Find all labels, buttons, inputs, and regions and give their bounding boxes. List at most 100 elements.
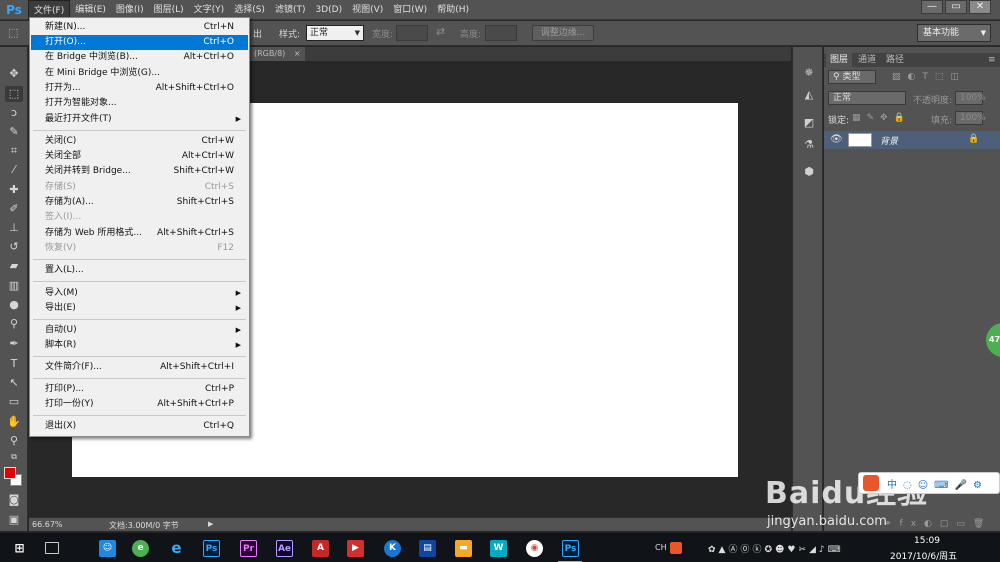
app-icon-w[interactable]: W bbox=[490, 540, 507, 557]
menu-item-place[interactable]: 置入(L)... bbox=[31, 263, 248, 278]
menu-item-exit[interactable]: 退出(X) Ctrl+Q bbox=[31, 419, 248, 434]
healing-brush-tool-icon[interactable]: ✚ bbox=[5, 182, 23, 198]
hand-tool-icon[interactable]: ✋ bbox=[5, 414, 23, 430]
tab-paths[interactable]: 路径 bbox=[882, 53, 908, 67]
eyedropper-tool-icon[interactable]: ⁄ bbox=[5, 162, 23, 178]
adjustments-icon[interactable]: ◩ bbox=[801, 115, 817, 131]
menu-item-revert[interactable]: 恢复(V) F12 bbox=[31, 241, 248, 256]
filter-kind-select[interactable]: ⚲ 类型 bbox=[828, 70, 876, 84]
menu-item-browse-bridge[interactable]: 在 Bridge 中浏览(B)... Alt+Ctrl+O bbox=[31, 50, 248, 65]
zoom-level[interactable]: 66.67% bbox=[32, 520, 63, 529]
quick-mask-icon[interactable]: ◙ bbox=[5, 492, 23, 508]
type-tool-icon[interactable]: T bbox=[5, 356, 23, 372]
acrobat-icon[interactable]: A bbox=[312, 540, 329, 557]
menu-item-new[interactable]: 新建(N)... Ctrl+N bbox=[31, 20, 248, 35]
menu-item-print-one-copy[interactable]: 打印一份(Y) Alt+Shift+Ctrl+P bbox=[31, 397, 248, 412]
dodge-tool-icon[interactable]: ⚲ bbox=[5, 316, 23, 332]
document-tab[interactable]: (RGB/8) × bbox=[250, 47, 305, 61]
eye-icon[interactable]: 👁 bbox=[830, 134, 843, 145]
screen-mode-icon[interactable]: ▣ bbox=[5, 512, 23, 528]
width-input[interactable] bbox=[396, 25, 428, 41]
clone-stamp-tool-icon[interactable]: ⊥ bbox=[5, 220, 23, 236]
sogou-icon[interactable] bbox=[863, 475, 879, 491]
menu-item-file-info[interactable]: 文件简介(F)... Alt+Shift+Ctrl+I bbox=[31, 360, 248, 375]
workspace-select[interactable]: 基本功能 ▼ bbox=[917, 24, 991, 42]
menu-item-open-recent[interactable]: 最近打开文件(T) ▶ bbox=[31, 112, 248, 127]
menu-item-save[interactable]: 存储(S) Ctrl+S bbox=[31, 180, 248, 195]
eraser-tool-icon[interactable]: ▰ bbox=[5, 258, 23, 274]
status-menu-icon[interactable]: ▶ bbox=[208, 520, 213, 528]
lasso-tool-icon[interactable]: ↄ bbox=[5, 105, 23, 121]
menu-item-close-go-bridge[interactable]: 关闭并转到 Bridge... Shift+Ctrl+W bbox=[31, 164, 248, 179]
menu-filter[interactable]: 滤镜(T) bbox=[270, 0, 311, 20]
chrome-icon[interactable]: ◉ bbox=[526, 540, 543, 557]
menu-item-close-all[interactable]: 关闭全部 Alt+Ctrl+W bbox=[31, 149, 248, 164]
navigator-icon[interactable]: ✵ bbox=[801, 65, 817, 81]
task-view-icon[interactable] bbox=[45, 542, 59, 554]
premiere-icon[interactable]: Pr bbox=[240, 540, 257, 557]
zoom-tool-icon[interactable]: ⚲ bbox=[5, 433, 23, 449]
windows-start-icon[interactable]: ⊞ bbox=[11, 540, 28, 557]
lock-icons[interactable]: ▦✎✥🔒 bbox=[852, 113, 911, 123]
refine-edge-button[interactable]: 调整边缘... bbox=[532, 25, 594, 41]
layer-footer-icons[interactable]: ⚭fx◐▢▭🗑 bbox=[884, 519, 992, 529]
input-language[interactable]: CH bbox=[655, 543, 667, 552]
opacity-input[interactable]: 100% bbox=[955, 91, 986, 105]
app-icon-2[interactable]: ▶ bbox=[347, 540, 364, 557]
default-colors-icon[interactable]: ⧉ bbox=[5, 449, 23, 465]
properties-icon[interactable]: ⚗ bbox=[801, 137, 817, 153]
photoshop-active-icon[interactable]: Ps bbox=[562, 540, 579, 557]
layer-name[interactable]: 背景 bbox=[880, 134, 898, 147]
clock-time[interactable]: 15:09 bbox=[914, 536, 940, 546]
menu-item-import[interactable]: 导入(M) ▶ bbox=[31, 286, 248, 301]
app-icon-1[interactable]: ☺ bbox=[99, 540, 116, 557]
menu-item-automate[interactable]: 自动(U) ▶ bbox=[31, 323, 248, 338]
menu-item-save-as[interactable]: 存储为(A)... Shift+Ctrl+S bbox=[31, 195, 248, 210]
menu-window[interactable]: 窗口(W) bbox=[388, 0, 432, 20]
ime-toolbar[interactable]: 中◌☺⌨🎤⚙ bbox=[858, 472, 1000, 494]
after-effects-icon[interactable]: Ae bbox=[276, 540, 293, 557]
menu-item-open[interactable]: 打开(O)... Ctrl+O bbox=[31, 35, 248, 50]
menu-item-browse-mini-bridge[interactable]: 在 Mini Bridge 中浏览(G)... bbox=[31, 66, 248, 81]
layer-row[interactable]: 👁 背景 🔒 bbox=[824, 131, 1000, 149]
history-brush-tool-icon[interactable]: ↺ bbox=[5, 239, 23, 255]
tab-layers[interactable]: 图层 bbox=[826, 53, 853, 67]
ime-tool-icons[interactable]: 中◌☺⌨🎤⚙ bbox=[887, 476, 988, 491]
rectangle-tool-icon[interactable]: ▭ bbox=[5, 394, 23, 410]
restore-button[interactable]: ▭ bbox=[945, 0, 967, 14]
clock-date[interactable]: 2017/10/6/周五 bbox=[890, 549, 957, 562]
3d-cube-icon[interactable]: ⬢ bbox=[801, 164, 817, 180]
swap-icon[interactable]: ⇄ bbox=[436, 25, 445, 38]
menu-item-open-as-smart-object[interactable]: 打开为智能对象... bbox=[31, 96, 248, 111]
crop-tool-icon[interactable]: ⌗ bbox=[5, 143, 23, 159]
height-input[interactable] bbox=[485, 25, 517, 41]
marquee-tool-icon[interactable]: ⬚ bbox=[8, 26, 18, 39]
brush-tool-icon[interactable]: ✐ bbox=[5, 201, 23, 217]
histogram-icon[interactable]: ◭ bbox=[801, 87, 817, 103]
menu-item-save-for-web[interactable]: 存储为 Web 所用格式... Alt+Shift+Ctrl+S bbox=[31, 226, 248, 241]
pen-tool-icon[interactable]: ✒ bbox=[5, 336, 23, 352]
menu-item-scripts[interactable]: 脚本(R) ▶ bbox=[31, 338, 248, 353]
ie-icon[interactable]: e bbox=[168, 540, 185, 557]
menu-item-close[interactable]: 关闭(C) Ctrl+W bbox=[31, 134, 248, 149]
tab-channels[interactable]: 通道 bbox=[854, 53, 880, 67]
menu-3d[interactable]: 3D(D) bbox=[310, 0, 347, 20]
blend-mode-select[interactable]: 正常 bbox=[828, 91, 906, 105]
browser-360-icon[interactable]: e bbox=[132, 540, 149, 557]
move-tool-icon[interactable]: ✥ bbox=[5, 66, 23, 82]
quick-select-tool-icon[interactable]: ✎ bbox=[5, 124, 23, 140]
close-tab-icon[interactable]: × bbox=[294, 49, 301, 58]
fill-input[interactable]: 100% bbox=[955, 111, 986, 125]
minimize-button[interactable]: — bbox=[921, 0, 943, 14]
gradient-tool-icon[interactable]: ▥ bbox=[5, 278, 23, 294]
path-select-tool-icon[interactable]: ↖ bbox=[5, 375, 23, 391]
tray-icons[interactable]: ✿▲Ⓐ⓪ⓚ✪☻♥✂◢♪⌨ bbox=[708, 542, 844, 555]
sogou-tray-icon[interactable] bbox=[670, 542, 682, 554]
panel-menu-icon[interactable]: ≡ bbox=[984, 53, 1000, 67]
menu-item-export[interactable]: 导出(E) ▶ bbox=[31, 301, 248, 316]
menu-item-open-as[interactable]: 打开为... Alt+Shift+Ctrl+O bbox=[31, 81, 248, 96]
menu-help[interactable]: 帮助(H) bbox=[432, 0, 474, 20]
close-button[interactable]: ✕ bbox=[969, 0, 991, 14]
menu-item-print[interactable]: 打印(P)... Ctrl+P bbox=[31, 382, 248, 397]
file-explorer-icon[interactable]: ▬ bbox=[455, 540, 472, 557]
